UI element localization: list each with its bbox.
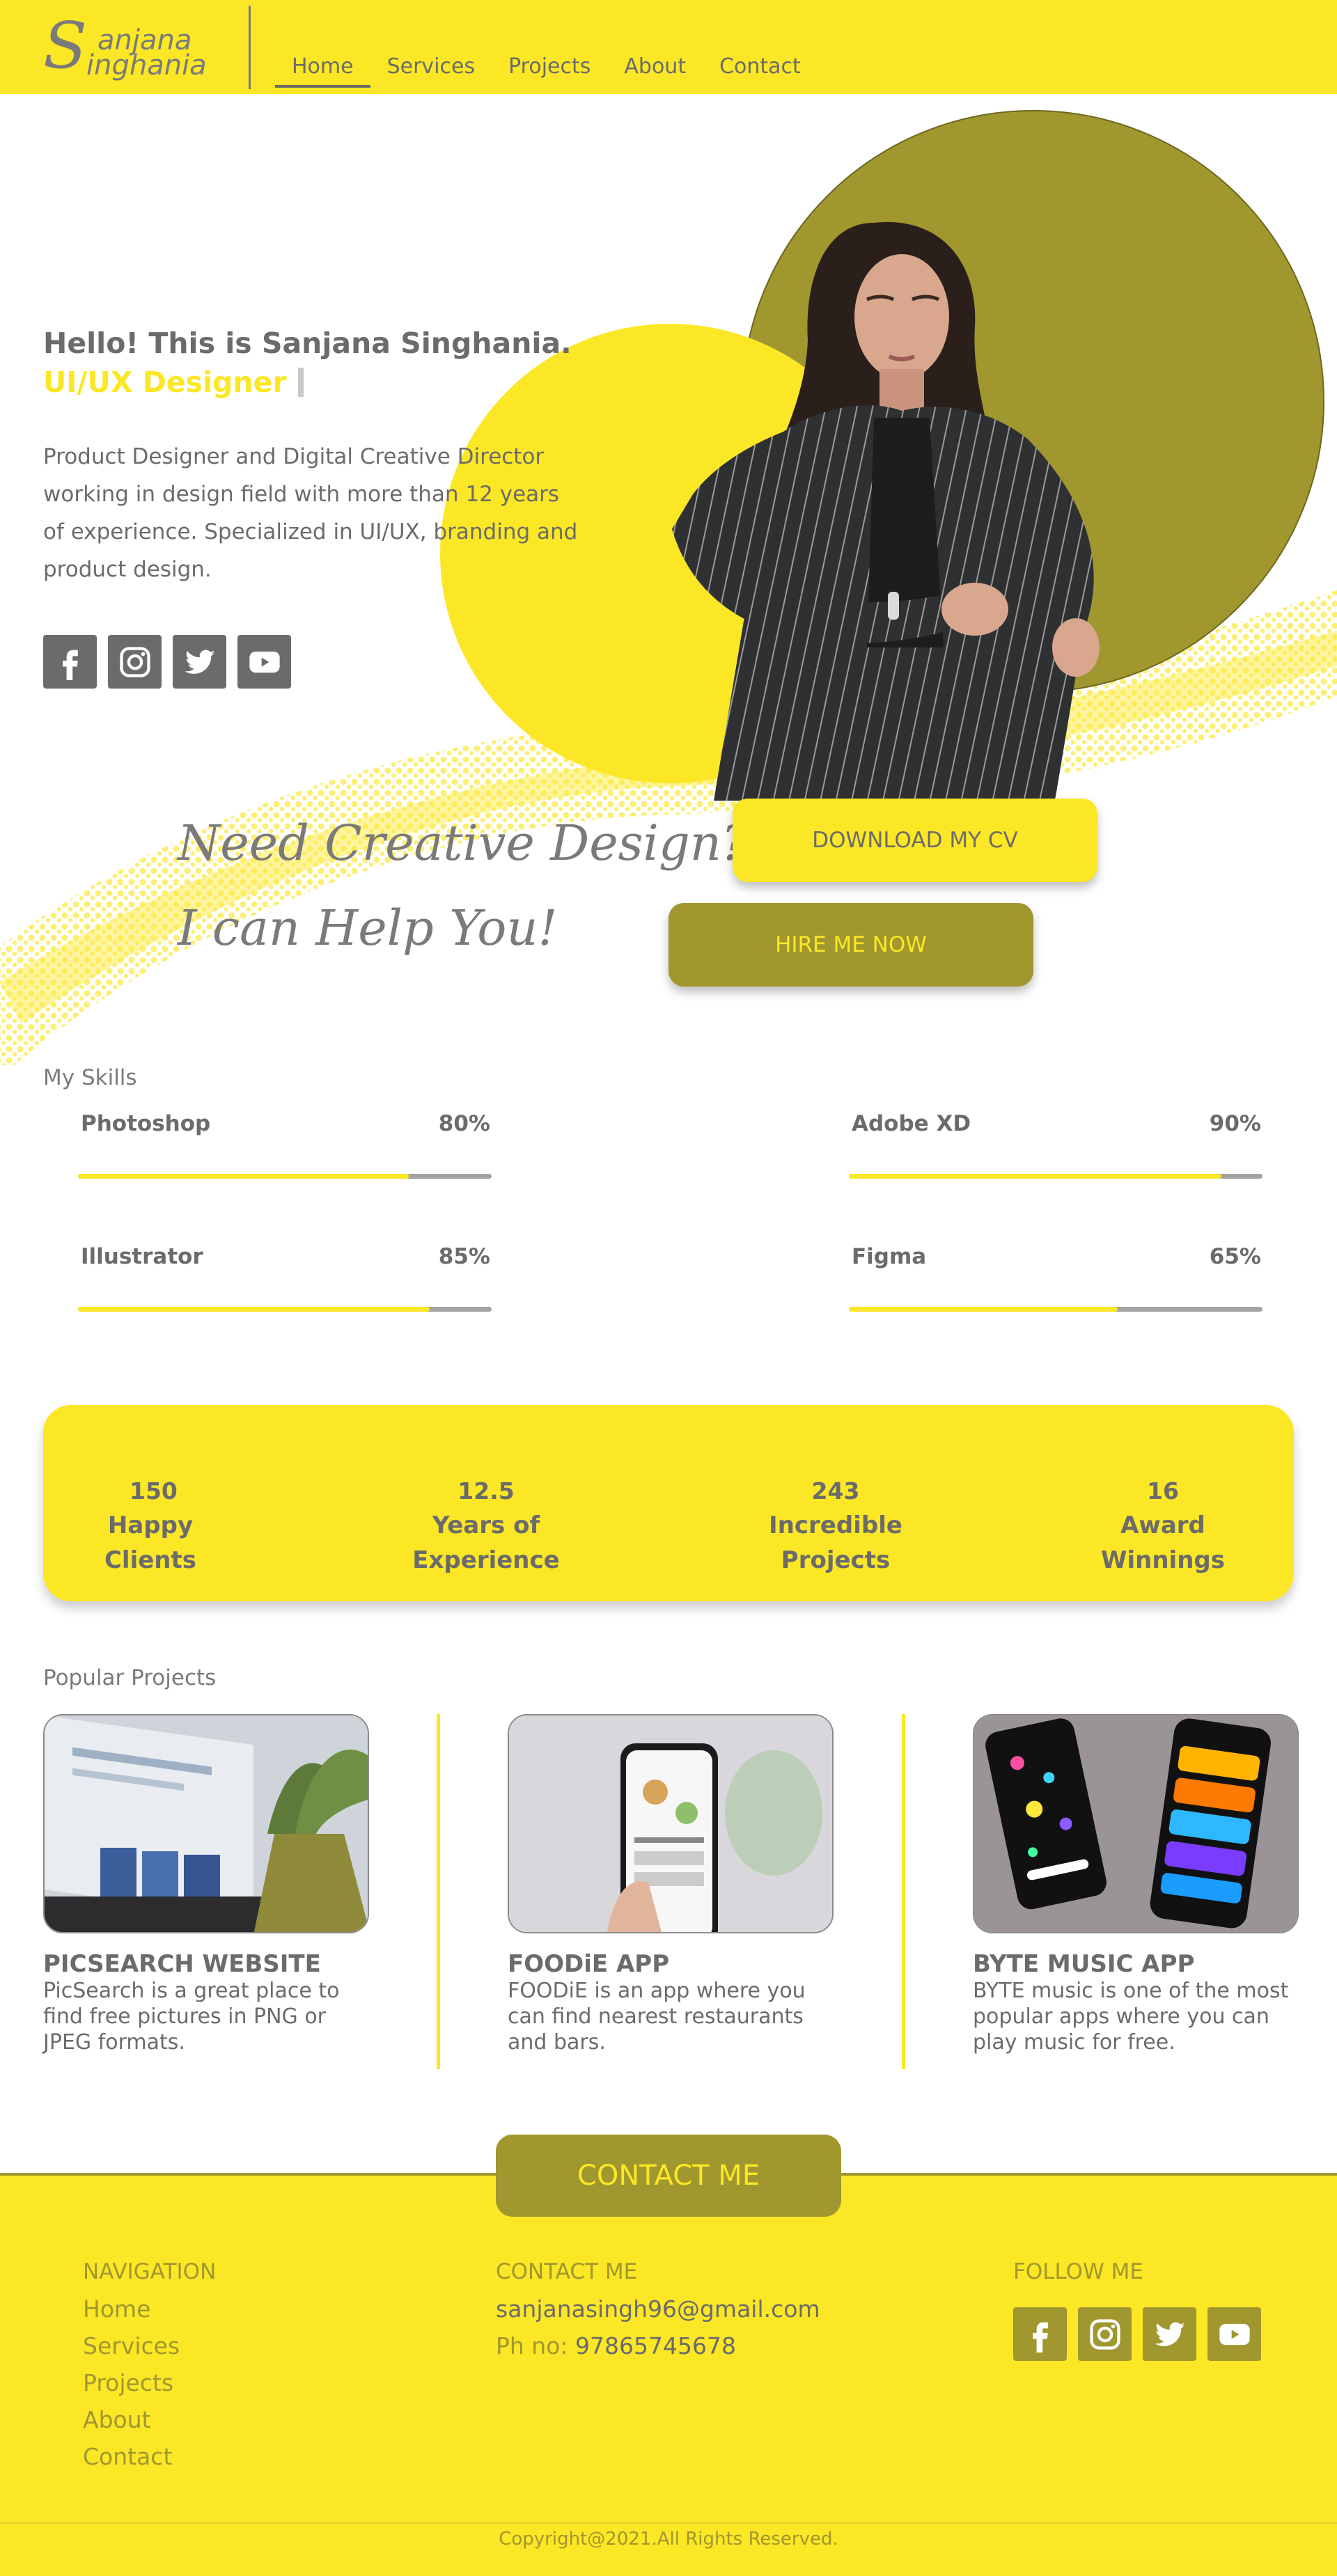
footer-link-home[interactable]: Home (83, 2295, 150, 2323)
skill-bar-fill (78, 1174, 409, 1179)
project-card-picsearch[interactable]: PICSEARCH WEBSITE PicSearch is a great p… (43, 1714, 370, 2055)
footer-link-projects[interactable]: Projects (83, 2369, 173, 2396)
facebook-icon[interactable] (1013, 2307, 1067, 2361)
footer-follow-title: FOLLOW ME (1013, 2259, 1143, 2284)
footer-phone-label: Ph no: (496, 2332, 576, 2359)
copyright-text: Copyright@2021.All Rights Reserved. (499, 2529, 838, 2550)
project-divider (437, 1714, 440, 2069)
navbar: S anjana inghania Home Services Projects… (0, 0, 1337, 94)
project-image-phone[interactable] (508, 1714, 834, 1933)
hire-me-button[interactable]: HIRE ME NOW (668, 903, 1033, 987)
hero-intro: Hello! This is Sanjana Singhania. UI/UX … (43, 324, 577, 588)
project-title[interactable]: PICSEARCH WEBSITE (43, 1950, 370, 1978)
project-image-laptop[interactable] (43, 1714, 369, 1933)
stats-panel: 150 Happy Clients 12.5 Years of Experien… (43, 1405, 1294, 1601)
skill-bar-track (849, 1174, 1262, 1179)
stat-incredible-projects: 243 Incredible Projects (721, 1475, 951, 1578)
footer-email[interactable]: sanjanasingh96@gmail.com (496, 2295, 820, 2323)
footer-link-services[interactable]: Services (83, 2332, 180, 2359)
stat-years-experience: 12.5 Years of Experience (368, 1475, 604, 1578)
youtube-icon[interactable] (237, 635, 291, 689)
skill-percent: 90% (1209, 1111, 1261, 1136)
portfolio-page: S anjana inghania Home Services Projects… (0, 0, 1337, 2576)
twitter-icon[interactable] (1143, 2307, 1196, 2361)
footer-link-about[interactable]: About (83, 2406, 151, 2433)
project-card-byte[interactable]: BYTE MUSIC APP BYTE music is one of the … (973, 1714, 1300, 2055)
youtube-icon[interactable] (1207, 2307, 1261, 2361)
hero-greeting: Hello! This is Sanjana Singhania. (43, 327, 572, 360)
skill-name: Adobe XD (852, 1111, 971, 1136)
nav-links: Home Services Projects About Contact (275, 50, 818, 88)
skill-percent: 85% (438, 1244, 490, 1269)
stat-label: Happy Clients (104, 1511, 196, 1574)
hero-social-links (43, 635, 291, 689)
skill-bar-fill (78, 1307, 430, 1312)
download-cv-button[interactable]: DOWNLOAD MY CV (733, 799, 1097, 882)
nav-projects[interactable]: Projects (492, 50, 607, 84)
nav-about[interactable]: About (607, 50, 703, 84)
nav-services[interactable]: Services (370, 50, 492, 84)
stat-value: 12.5 (458, 1477, 515, 1505)
hero-cta-text: Need Creative Design? I can Help You! (178, 801, 747, 971)
footer-contact-title: CONTACT ME (496, 2259, 638, 2284)
instagram-icon[interactable] (1078, 2307, 1132, 2361)
stat-value: 16 (1147, 1477, 1179, 1505)
logo-last-name: inghania (86, 49, 207, 81)
cta-line-1: Need Creative Design? (178, 815, 748, 872)
footer-nav-title: NAVIGATION (83, 2259, 217, 2284)
project-title[interactable]: FOODiE APP (508, 1950, 835, 1978)
stat-value: 243 (811, 1477, 860, 1505)
skill-name: Illustrator (81, 1244, 203, 1269)
skill-bar-track (78, 1174, 492, 1179)
footer (0, 2176, 1337, 2576)
footer-social-links (1013, 2307, 1261, 2361)
stat-label: Award Winnings (1100, 1511, 1225, 1574)
typing-caret (297, 368, 304, 397)
logo-initial: S (43, 8, 88, 83)
logo[interactable]: S anjana inghania (43, 14, 210, 84)
nav-divider (249, 6, 251, 89)
project-divider (902, 1714, 905, 2069)
project-description: PicSearch is a great place to find free … (43, 1979, 340, 2055)
project-description: BYTE music is one of the most popular ap… (973, 1979, 1289, 2055)
project-card-foodie[interactable]: FOODiE APP FOODiE is an app where you ca… (508, 1714, 835, 2055)
skill-bar-fill (849, 1307, 1118, 1312)
skill-bar-track (78, 1307, 492, 1312)
skill-name: Figma (852, 1244, 927, 1269)
footer-phone: Ph no: 97865745678 (496, 2332, 736, 2359)
project-title[interactable]: BYTE MUSIC APP (973, 1950, 1300, 1978)
stat-value: 150 (130, 1477, 178, 1505)
footer-link-contact[interactable]: Contact (83, 2443, 172, 2470)
skill-bar-track (849, 1307, 1262, 1312)
cta-line-2: I can Help You! (178, 900, 558, 957)
copyright-divider (0, 2522, 1337, 2524)
skill-percent: 80% (438, 1111, 490, 1136)
instagram-icon[interactable] (108, 635, 162, 689)
skills-title: My Skills (43, 1065, 137, 1090)
twitter-icon[interactable] (173, 635, 226, 689)
contact-me-button[interactable]: CONTACT ME (496, 2135, 841, 2217)
hero-role-text: UI/UX Designer (43, 366, 287, 399)
profile-photo (672, 221, 1100, 801)
projects-title: Popular Projects (43, 1665, 217, 1690)
nav-home[interactable]: Home (275, 50, 370, 88)
facebook-icon[interactable] (43, 635, 97, 689)
stat-label: Years of Experience (412, 1511, 560, 1574)
footer-phone-number[interactable]: 97865745678 (575, 2332, 736, 2359)
project-description: FOODiE is an app where you can find near… (508, 1979, 806, 2055)
project-image-music-app[interactable] (973, 1714, 1299, 1933)
hero-bio: Product Designer and Digital Creative Di… (43, 444, 578, 582)
skill-bar-fill (849, 1174, 1221, 1179)
hero-role: UI/UX Designer (43, 363, 572, 402)
skill-percent: 65% (1209, 1244, 1261, 1269)
stat-happy-clients: 150 Happy Clients (81, 1475, 220, 1578)
nav-contact[interactable]: Contact (703, 50, 818, 84)
skill-name: Photoshop (81, 1111, 211, 1136)
stat-label: Incredible Projects (769, 1511, 902, 1574)
stat-award-winnings: 16 Award Winnings (1058, 1475, 1267, 1578)
